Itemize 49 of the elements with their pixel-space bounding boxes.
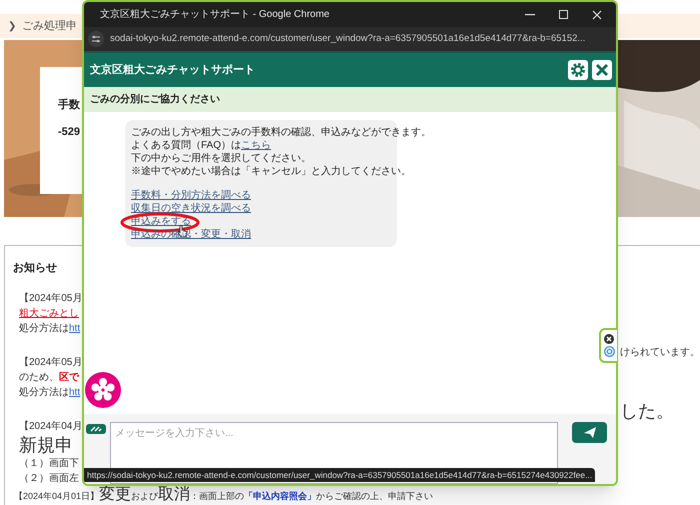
maximize-icon[interactable] [559, 10, 568, 19]
notice-text: からご確認の上、申請下さい [316, 490, 434, 503]
notice-text: 【2024年04月 [19, 420, 82, 434]
site-settings-icon[interactable] [88, 31, 104, 47]
minimize-icon[interactable] [525, 14, 535, 16]
notices-title: お知らせ [13, 261, 58, 276]
notice-text: 区で [59, 370, 79, 384]
message-text: 下の中からご用件を選択してください。 [131, 152, 311, 165]
send-icon [584, 427, 596, 438]
close-icon[interactable] [604, 334, 614, 344]
settings-icon[interactable] [568, 60, 588, 80]
notice-text: 【2024年04月01日】 [14, 490, 100, 503]
option-link[interactable]: 収集日の空き状況を調べる [131, 202, 251, 215]
notice-link[interactable]: htt [69, 384, 80, 400]
notice-text: および [131, 491, 158, 503]
option-link[interactable]: 手数料・分別方法を調べる [131, 189, 251, 202]
notice-text: 【2024年05月 [19, 356, 82, 370]
notice-text: のため、 [19, 370, 59, 384]
faq-link[interactable]: こちら [241, 139, 272, 152]
message-text: ※途中でやめたい場合は「キャンセル」と入力してください。 [131, 165, 411, 178]
message-text: ごみの出し方や粗大ごみの手数料の確認、申込みなどができます。 [131, 126, 431, 139]
chevron-icon: ❯ [8, 18, 16, 34]
status-url: https://sodai-tokyo-ku2.remote-attend-e.com/customer/user_window?ra-a=6357905501a16e1d5e414d77&ra-b=6515274e430922fee... [87, 468, 592, 482]
notice-text: （２）画面左 [19, 472, 79, 486]
notice-text: 変更 [99, 486, 132, 504]
notice-text: 処分方法は [19, 322, 69, 336]
card-text: 手数 [58, 98, 80, 113]
notice-heading: 新規申 [19, 434, 73, 456]
chat-title: 文京区粗大ごみチャットサポート [90, 62, 256, 78]
close-icon[interactable] [592, 10, 602, 20]
window-title: 文京区粗大ごみチャットサポート - Google Chrome [100, 8, 330, 22]
close-icon[interactable] [592, 60, 612, 80]
notice-text: 【2024年05月 [19, 292, 82, 306]
message-text: よくある質問（FAQ）は [131, 139, 242, 152]
notice-text: ：画面上部の [190, 490, 244, 503]
notice-text: 取消 [158, 486, 190, 504]
notice-link[interactable]: 「申込内容照会」 [244, 490, 316, 504]
notice-text: けられています。 [620, 346, 700, 360]
url-text: sodai-tokyo-ku2.remote-attend-e.com/customer/user_window?ra-a=6357905501a16e1d5e414d77&ra-b=65152... [110, 32, 586, 46]
notice-text: 処分方法は [19, 386, 69, 400]
notice-text: （１）画面下 [19, 456, 79, 470]
notice-link[interactable]: htt [69, 320, 80, 336]
send-button[interactable] [572, 422, 607, 443]
notice-text: した。 [620, 400, 674, 423]
breadcrumb-link[interactable]: ごみ処理申 [22, 18, 77, 34]
notice-link[interactable]: 粗大ごみとし [19, 306, 79, 320]
card-text: -529 [58, 124, 80, 140]
link-icon[interactable] [86, 424, 106, 434]
subheader-text: ごみの分別にご協力ください [90, 92, 220, 107]
